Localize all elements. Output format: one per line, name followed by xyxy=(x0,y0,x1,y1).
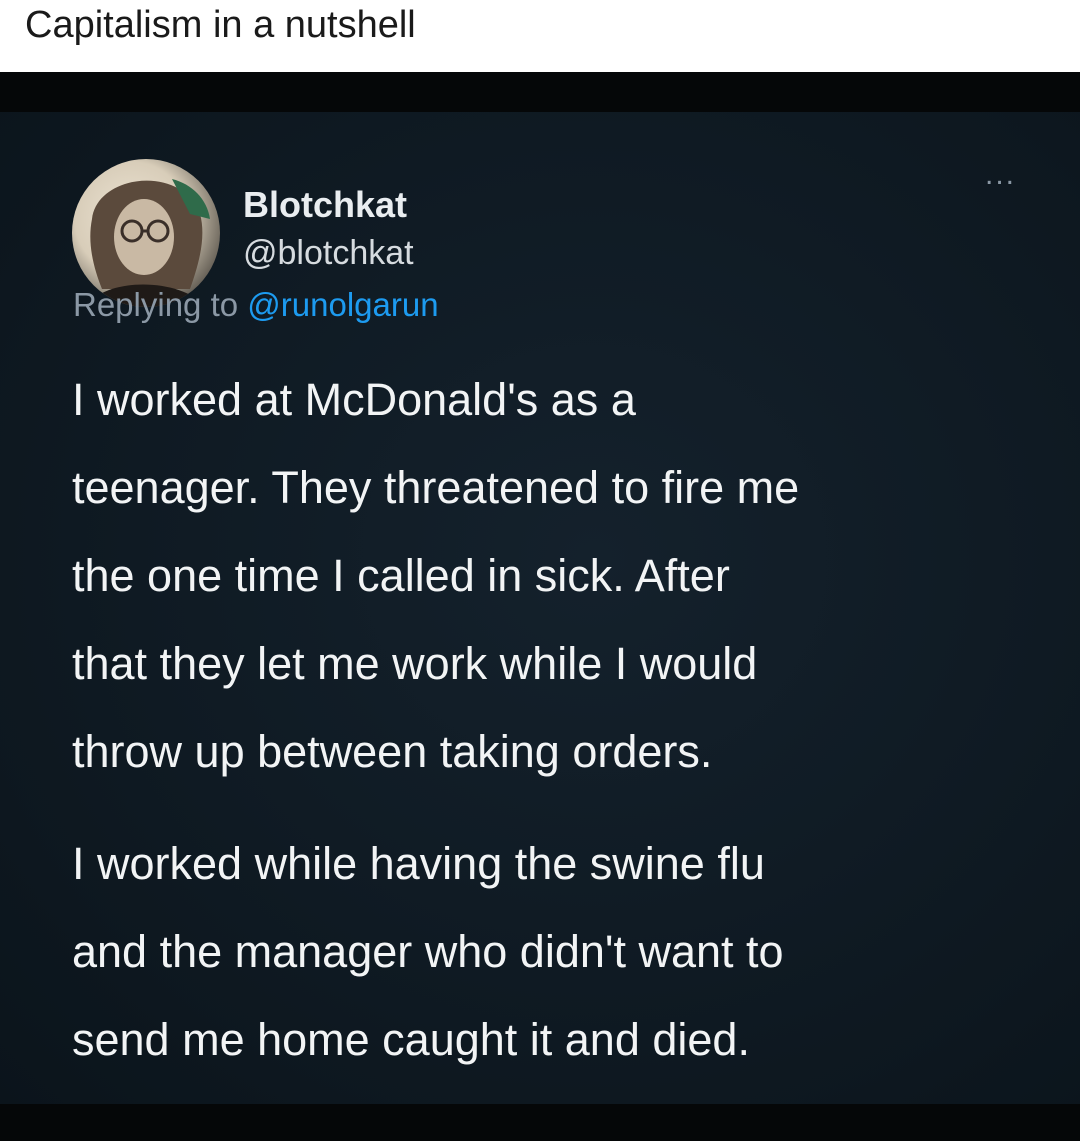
tweet-paragraph-1: I worked at McDonald's as a teenager. Th… xyxy=(72,356,1062,796)
replying-prefix: Replying to xyxy=(73,286,239,323)
more-options-icon: ... xyxy=(985,158,1017,191)
tweet-card: Blotchkat @blotchkat ... Replying to @ru… xyxy=(0,112,1080,1104)
post-caption: Capitalism in a nutshell xyxy=(25,4,416,46)
display-name[interactable]: Blotchkat xyxy=(243,184,407,226)
tweet-line: the one time I called in sick. After xyxy=(72,550,730,601)
meme-page: Capitalism in a nutshell Blotchkat @blot… xyxy=(0,0,1080,1141)
tweet-line: throw up between taking orders. xyxy=(72,726,713,777)
more-options-button[interactable]: ... xyxy=(985,160,1055,190)
username-handle[interactable]: @blotchkat xyxy=(243,234,414,273)
screenshot-image: Blotchkat @blotchkat ... Replying to @ru… xyxy=(0,72,1080,1141)
tweet-line: send me home caught it and died. xyxy=(72,1014,750,1065)
tweet-line: and the manager who didn't want to xyxy=(72,926,784,977)
tweet-line: I worked at McDonald's as a xyxy=(72,374,636,425)
reply-mention-link[interactable]: @runolgarun xyxy=(247,286,438,323)
tweet-line: that they let me work while I would xyxy=(72,638,758,689)
tweet-paragraph-2: I worked while having the swine flu and … xyxy=(72,820,1062,1084)
tweet-line: teenager. They threatened to fire me xyxy=(72,462,800,513)
caption-bar: Capitalism in a nutshell xyxy=(0,0,1080,72)
tweet-line: I worked while having the swine flu xyxy=(72,838,765,889)
replying-to-line: Replying to @runolgarun xyxy=(73,286,439,324)
avatar[interactable] xyxy=(72,159,220,307)
